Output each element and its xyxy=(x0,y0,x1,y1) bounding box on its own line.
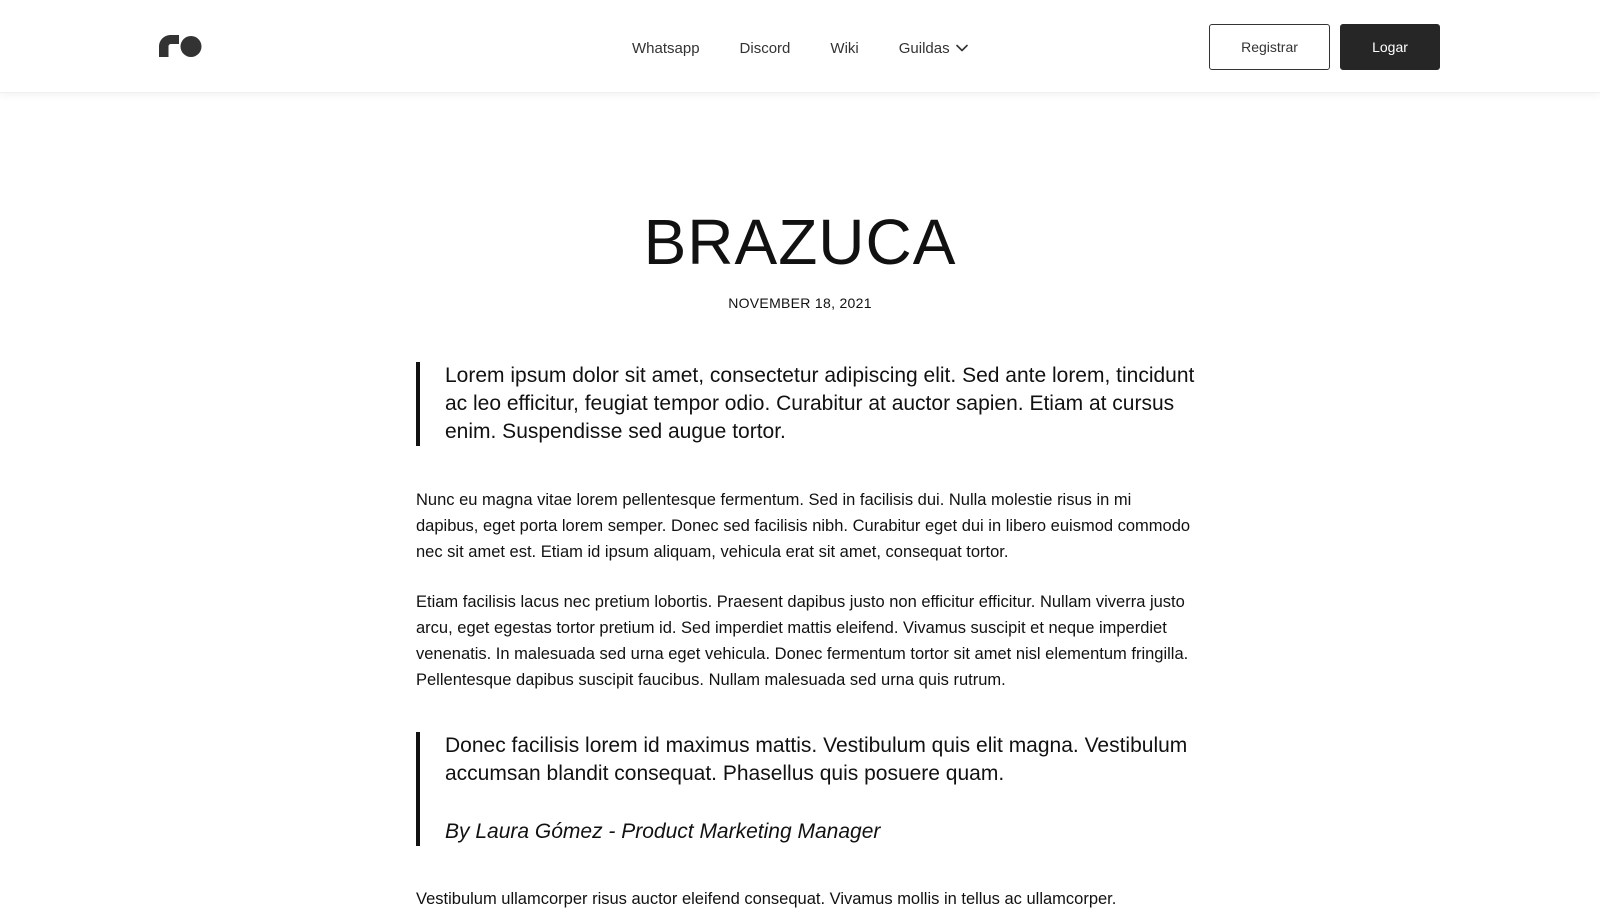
testimonial-quote: Donec facilisis lorem id maximus mattis.… xyxy=(416,732,1196,846)
pull-quote-text: Lorem ipsum dolor sit amet, consectetur … xyxy=(445,364,1195,443)
article-date: NOVEMBER 18, 2021 xyxy=(728,295,872,311)
article-paragraph: Nunc eu magna vitae lorem pellentesque f… xyxy=(416,491,1191,561)
register-button[interactable]: Registrar xyxy=(1209,24,1330,70)
nav-item-whatsapp[interactable]: Whatsapp xyxy=(632,40,700,57)
site-header: Whatsapp Discord Wiki Guildas Registrar … xyxy=(0,0,1600,93)
main-nav: Whatsapp Discord Wiki Guildas xyxy=(632,37,968,59)
nav-item-guildas-label: Guildas xyxy=(898,39,950,57)
article-paragraph: Vestibulum ullamcorper risus auctor elei… xyxy=(416,890,1117,908)
pull-quote: Lorem ipsum dolor sit amet, consectetur … xyxy=(416,362,1196,446)
article-paragraph: Etiam facilisis lacus nec pretium lobort… xyxy=(416,593,1189,689)
nav-item-wiki[interactable]: Wiki xyxy=(830,40,858,57)
testimonial-author: By Laura Gómez - Product Marketing Manag… xyxy=(445,820,881,843)
nav-item-discord[interactable]: Discord xyxy=(740,40,791,57)
article-title: BRAZUCA xyxy=(643,206,957,278)
testimonial-quote-text: Donec facilisis lorem id maximus mattis.… xyxy=(445,734,1188,785)
chevron-down-icon xyxy=(955,44,968,52)
nav-item-guildas[interactable]: Guildas xyxy=(899,40,968,57)
brand-logo-icon[interactable] xyxy=(159,35,203,59)
login-button[interactable]: Logar xyxy=(1340,24,1440,70)
